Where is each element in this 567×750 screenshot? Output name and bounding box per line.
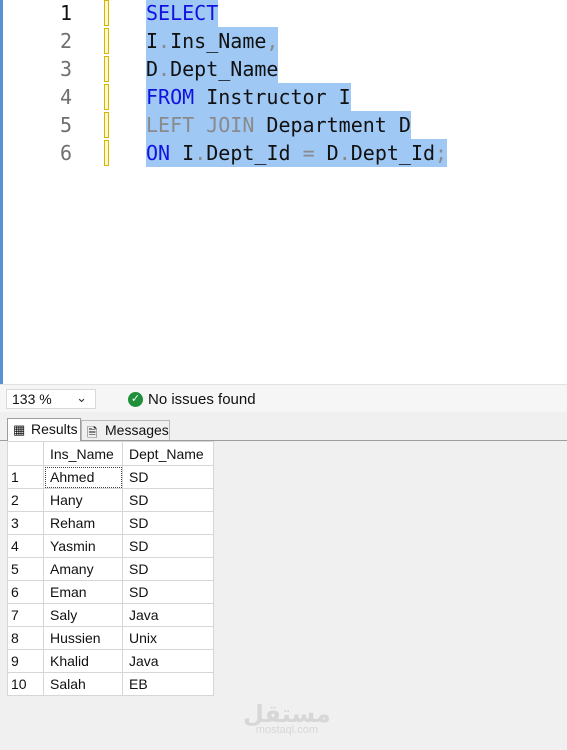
ins-name-cell[interactable]: Hany [43, 488, 123, 512]
code-token: I [170, 141, 195, 165]
dept-name-cell[interactable]: SD [122, 488, 214, 512]
ins-name-cell[interactable]: Eman [43, 580, 123, 604]
row-number-cell[interactable]: 6 [7, 580, 44, 604]
ins-name-cell[interactable]: Reham [43, 511, 123, 535]
code-token: Department D [254, 113, 411, 137]
code-line[interactable]: ON I.Dept_Id = D.Dept_Id; [146, 139, 448, 167]
line-number: 6 [59, 141, 72, 165]
row-number-cell[interactable]: 7 [7, 603, 44, 627]
change-marker [104, 56, 109, 82]
code-token: , [266, 29, 279, 53]
row-number-cell[interactable]: 2 [7, 488, 44, 512]
dept-name-cell[interactable]: Java [122, 649, 214, 673]
check-circle-icon: ✓ [128, 392, 143, 407]
zoom-value: 133 % [12, 391, 52, 407]
change-marker [104, 28, 109, 54]
table-row[interactable]: 1 Ahmed SD [7, 465, 214, 489]
code-token: ON [146, 141, 171, 165]
code-token: D [146, 57, 159, 81]
line-number: 3 [59, 57, 72, 81]
row-number-cell[interactable]: 10 [7, 672, 44, 696]
code-line[interactable]: LEFT JOIN Department D [146, 111, 411, 139]
code-token: I [146, 29, 159, 53]
code-token: = [302, 141, 315, 165]
watermark-text: mostaql.com [255, 724, 319, 736]
tab-results[interactable]: ▦ Results [7, 418, 81, 441]
change-marker [104, 112, 109, 138]
zoom-dropdown[interactable]: 133 % ⌄ [6, 389, 96, 409]
row-number-cell[interactable]: 3 [7, 511, 44, 535]
grid-icon: ▦ [13, 422, 26, 437]
ins-name-cell[interactable]: Salah [43, 672, 123, 696]
table-row[interactable]: 8 Hussien Unix [7, 626, 214, 650]
dept-name-cell[interactable]: Java [122, 603, 214, 627]
code-token: FROM [146, 85, 195, 109]
grid-corner-cell[interactable] [7, 441, 44, 466]
table-row[interactable]: 4 Yasmin SD [7, 534, 214, 558]
tab-messages-label: Messages [105, 422, 169, 438]
code-line[interactable]: SELECT [146, 0, 219, 27]
code-line[interactable]: I.Ins_Name, [146, 27, 279, 55]
results-grid[interactable]: Ins_Name Dept_Name 1 Ahmed SD 2 Hany SD 3 Reham… [7, 441, 214, 696]
code-token: Instructor I [194, 85, 351, 109]
dept-name-cell[interactable]: SD [122, 580, 214, 604]
line-number: 5 [59, 113, 72, 137]
change-marker [104, 84, 109, 110]
code-token: SELECT [146, 1, 219, 25]
code-token: Dept_Name [170, 57, 279, 81]
line-number: 1 [59, 1, 72, 25]
tab-messages[interactable]: 🗎 Messages [81, 420, 170, 441]
code-token: Ins_Name [170, 29, 267, 53]
code-token: D [314, 141, 339, 165]
change-marker [104, 0, 109, 26]
code-line[interactable]: D.Dept_Name [146, 55, 279, 83]
column-header-ins-name[interactable]: Ins_Name [43, 441, 123, 466]
ins-name-cell[interactable]: Yasmin [43, 534, 123, 558]
table-row[interactable]: 6 Eman SD [7, 580, 214, 604]
table-row[interactable]: 2 Hany SD [7, 488, 214, 512]
table-row[interactable]: 7 Saly Java [7, 603, 214, 627]
line-number: 2 [59, 29, 72, 53]
table-row[interactable]: 5 Amany SD [7, 557, 214, 581]
line-number: 4 [59, 85, 72, 109]
code-token: ; [435, 141, 448, 165]
code-token: LEFT JOIN [146, 113, 255, 137]
table-row[interactable]: 9 Khalid Java [7, 649, 214, 673]
code-token: . [158, 29, 171, 53]
query-editor[interactable]: 123456 SELECT I.Ins_Name, D.Dept_Name FROM … [0, 0, 567, 384]
dept-name-cell[interactable]: SD [122, 557, 214, 581]
row-number-cell[interactable]: 9 [7, 649, 44, 673]
row-number-cell[interactable]: 5 [7, 557, 44, 581]
code-token: Dept_Id [206, 141, 303, 165]
dept-name-cell[interactable]: SD [122, 511, 214, 535]
row-number-cell[interactable]: 4 [7, 534, 44, 558]
editor-gutter [3, 0, 31, 384]
dept-name-cell[interactable]: SD [122, 534, 214, 558]
ins-name-cell[interactable]: Amany [43, 557, 123, 581]
grid-header-row: Ins_Name Dept_Name [7, 441, 214, 466]
chevron-down-icon: ⌄ [76, 390, 87, 405]
editor-status-bar: 133 % ⌄ ✓ No issues found [0, 384, 567, 413]
issues-status: No issues found [148, 391, 256, 408]
code-token: . [338, 141, 351, 165]
code-token: Dept_Id [350, 141, 436, 165]
watermark: مستقل mostaql.com [243, 700, 331, 736]
code-line[interactable]: FROM Instructor I [146, 83, 351, 111]
tab-results-label: Results [31, 421, 78, 437]
ins-name-cell[interactable]: Saly [43, 603, 123, 627]
change-marker [104, 140, 109, 166]
row-number-cell[interactable]: 8 [7, 626, 44, 650]
dept-name-cell[interactable]: Unix [122, 626, 214, 650]
code-token: . [194, 141, 207, 165]
table-row[interactable]: 10 Salah EB [7, 672, 214, 696]
ins-name-cell[interactable]: Ahmed [43, 465, 123, 489]
dept-name-cell[interactable]: EB [122, 672, 214, 696]
dept-name-cell[interactable]: SD [122, 465, 214, 489]
row-number-cell[interactable]: 1 [7, 465, 44, 489]
code-token: . [158, 57, 171, 81]
ins-name-cell[interactable]: Hussien [43, 626, 123, 650]
ins-name-cell[interactable]: Khalid [43, 649, 123, 673]
table-row[interactable]: 3 Reham SD [7, 511, 214, 535]
column-header-dept-name[interactable]: Dept_Name [122, 441, 214, 466]
